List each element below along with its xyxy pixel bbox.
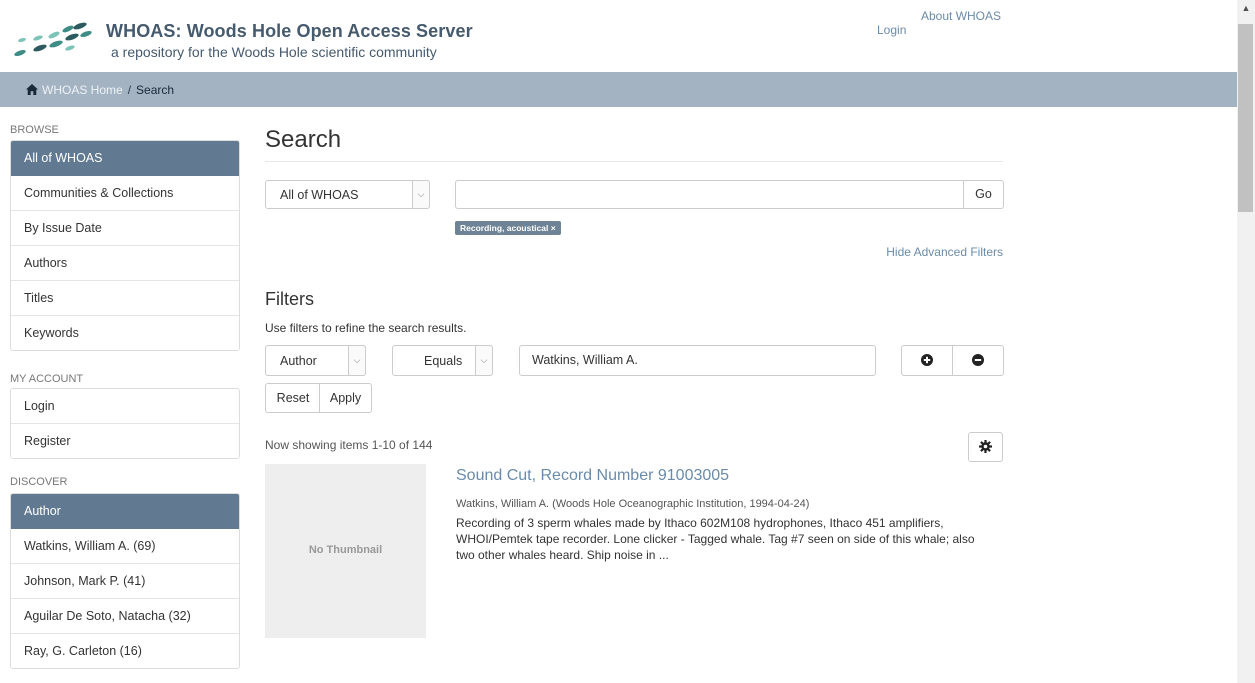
result-title-link[interactable]: Sound Cut, Record Number 91003005	[456, 467, 729, 485]
add-filter-button[interactable]	[901, 345, 953, 376]
scope-select[interactable]: All of WHOAS ⌵	[265, 180, 430, 209]
sidebar-item-all-of-whoas[interactable]: All of WHOAS	[11, 141, 239, 176]
chevron-down-icon: ⌵	[348, 345, 366, 376]
filter-field-select[interactable]: Author ⌵	[265, 345, 366, 376]
filter-operator-value: Equals	[424, 354, 463, 368]
page-title: Search	[265, 126, 342, 153]
scope-select-value: All of WHOAS	[280, 188, 359, 202]
sidebar-heading-browse: BROWSE	[10, 124, 59, 136]
filter-value-input[interactable]: Watkins, William A.	[519, 345, 876, 376]
go-button[interactable]: Go	[963, 180, 1004, 209]
sidebar-item-keywords[interactable]: Keywords	[11, 316, 239, 350]
filters-heading: Filters	[265, 289, 314, 309]
page-scrollbar[interactable]: ▲	[1237, 0, 1255, 683]
title-divider	[265, 161, 1003, 162]
result-thumbnail[interactable]: No Thumbnail	[265, 464, 426, 638]
sidebar-item-communities-collections[interactable]: Communities & Collections	[11, 176, 239, 211]
plus-circle-icon	[921, 354, 933, 366]
result-meta: Watkins, William A. (Woods Hole Oceanogr…	[456, 498, 810, 510]
discover-item-ray[interactable]: Ray, G. Carleton (16)	[11, 634, 239, 668]
site-title[interactable]: WHOAS: Woods Hole Open Access Server	[106, 21, 473, 42]
whoas-logo-icon[interactable]	[8, 20, 92, 60]
discover-list: Author Watkins, William A. (69) Johnson,…	[10, 493, 240, 669]
breadcrumb-current: Search	[136, 83, 175, 97]
sidebar-heading-discover: DISCOVER	[10, 476, 68, 488]
filter-field-value: Author	[280, 354, 317, 368]
discover-facet-author[interactable]: Author	[11, 494, 239, 529]
site-subtitle: a repository for the Woods Hole scientif…	[111, 44, 437, 60]
site-header: WHOAS: Woods Hole Open Access Server a r…	[0, 0, 1237, 72]
results-count: Now showing items 1-10 of 144	[265, 438, 433, 452]
reset-button[interactable]: Reset	[265, 383, 321, 413]
breadcrumb-bar: WHOAS Home / Search	[0, 72, 1237, 107]
site-title-abbr: WHOAS:	[106, 21, 182, 41]
browse-list: All of WHOAS Communities & Collections B…	[10, 140, 240, 351]
sidebar-item-titles[interactable]: Titles	[11, 281, 239, 316]
scroll-up-arrow-icon[interactable]: ▲	[1237, 0, 1255, 17]
breadcrumb-separator: /	[127, 83, 132, 97]
discover-item-watkins[interactable]: Watkins, William A. (69)	[11, 529, 239, 564]
sidebar-item-authors[interactable]: Authors	[11, 246, 239, 281]
account-list: Login Register	[10, 388, 240, 459]
filters-help-text: Use filters to refine the search results…	[265, 321, 467, 335]
minus-circle-icon	[972, 354, 984, 366]
hide-advanced-filters-link[interactable]: Hide Advanced Filters	[886, 245, 1003, 259]
result-abstract: Recording of 3 sperm whales made by Itha…	[456, 516, 975, 562]
breadcrumb-home-link[interactable]: WHOAS Home	[42, 83, 123, 97]
search-input[interactable]	[455, 180, 965, 209]
about-whoas-link[interactable]: About WHOAS	[921, 9, 1001, 23]
active-filter-tag[interactable]: Recording, acoustical ×	[455, 221, 561, 235]
sidebar-item-register[interactable]: Register	[11, 424, 239, 458]
sidebar-heading-my-account: MY ACCOUNT	[10, 373, 84, 385]
filter-operator-select[interactable]: Equals ⌵	[392, 345, 493, 376]
remove-filter-button[interactable]	[952, 345, 1004, 376]
discover-item-johnson[interactable]: Johnson, Mark P. (41)	[11, 564, 239, 599]
sidebar-item-by-issue-date[interactable]: By Issue Date	[11, 211, 239, 246]
chevron-down-icon: ⌵	[475, 345, 493, 376]
scrollbar-thumb[interactable]	[1238, 24, 1253, 212]
filter-value-text: Watkins, William A.	[532, 353, 638, 367]
home-icon	[26, 84, 38, 95]
discover-item-aguilar-de-soto[interactable]: Aguilar De Soto, Natacha (32)	[11, 599, 239, 634]
sidebar: BROWSE All of WHOAS Communities & Collec…	[0, 107, 252, 683]
logo-fish-shapes	[14, 22, 92, 57]
header-login-link[interactable]: Login	[877, 23, 906, 37]
sidebar-item-login[interactable]: Login	[11, 389, 239, 424]
gear-icon	[979, 440, 992, 453]
apply-button[interactable]: Apply	[319, 383, 372, 413]
chevron-down-icon: ⌵	[412, 180, 430, 209]
no-thumbnail-label: No Thumbnail	[308, 544, 383, 556]
breadcrumb: WHOAS Home / Search	[26, 83, 174, 97]
results-settings-button[interactable]	[968, 432, 1003, 462]
site-title-rest: Woods Hole Open Access Server	[186, 21, 473, 41]
